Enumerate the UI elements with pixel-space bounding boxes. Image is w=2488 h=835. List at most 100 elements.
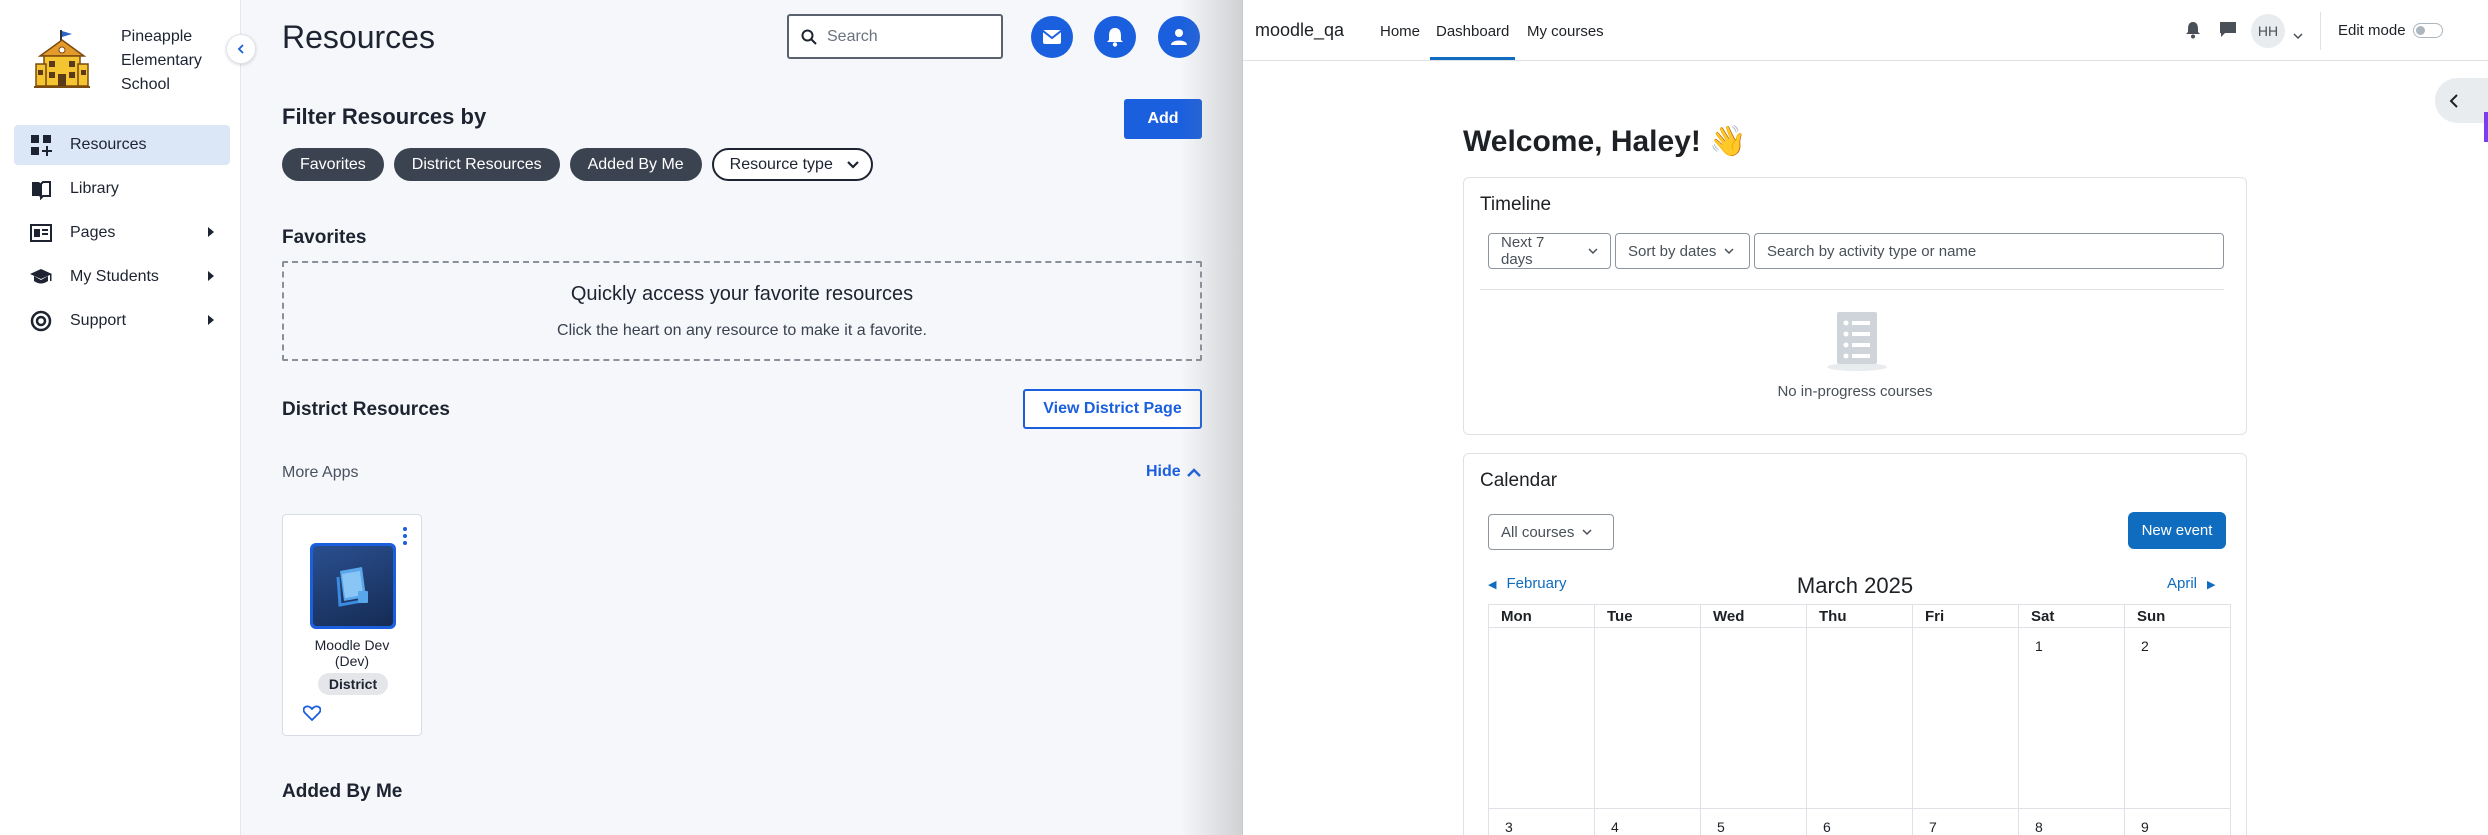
app-name: Moodle Dev (Dev)	[314, 637, 390, 669]
search-icon	[801, 29, 817, 45]
calendar-day[interactable]: 3	[1488, 808, 1595, 835]
favorites-empty-title: Quickly access your favorite resources	[570, 283, 914, 305]
timeline-search-input[interactable]	[1767, 242, 2211, 260]
sidebar-item-my-students[interactable]: My Students	[14, 257, 230, 297]
user-avatar[interactable]: HH	[2251, 14, 2285, 48]
navbar-separator	[2320, 12, 2321, 50]
weekday-header: Fri	[1912, 604, 2019, 628]
collapse-sidebar-button[interactable]	[226, 34, 256, 64]
calendar-day[interactable]	[1488, 627, 1595, 809]
calendar-day[interactable]: 9	[2124, 808, 2231, 835]
library-icon	[30, 178, 52, 200]
calendar-day[interactable]	[1594, 627, 1701, 809]
calendar-day[interactable]	[1806, 627, 1913, 809]
graduation-cap-icon	[30, 266, 52, 288]
sidebar-item-label: Pages	[70, 224, 116, 241]
caret-right-icon	[208, 271, 214, 281]
weekday-header: Sat	[2018, 604, 2125, 628]
site-brand[interactable]: moodle_qa	[1255, 20, 1344, 41]
caret-right-icon	[208, 315, 214, 325]
calendar-day[interactable]	[1912, 627, 2019, 809]
calendar-day[interactable]: 8	[2018, 808, 2125, 835]
added-by-me-title: Added By Me	[282, 781, 403, 802]
sidebar-item-library[interactable]: Library	[14, 169, 230, 209]
calendar-day[interactable]: 2	[2124, 627, 2231, 809]
resource-type-dropdown[interactable]: Resource type	[711, 148, 873, 181]
timeline-range-select[interactable]: Next 7 days	[1488, 233, 1611, 269]
previous-month-link[interactable]: ◀ February	[1488, 575, 1567, 592]
bell-icon	[1107, 28, 1123, 47]
pages-icon	[30, 222, 52, 244]
sidebar-item-support[interactable]: Support	[14, 301, 230, 341]
weekday-header: Thu	[1806, 604, 1913, 628]
chip-added-by-me[interactable]: Added By Me	[569, 148, 702, 181]
calendar-day[interactable]: 4	[1594, 808, 1701, 835]
calendar-day[interactable]: 5	[1700, 808, 1807, 835]
arrow-left-icon: ◀	[1488, 579, 1497, 591]
chip-district-resources[interactable]: District Resources	[393, 148, 560, 181]
split-divider	[1180, 0, 1242, 835]
chip-favorites[interactable]: Favorites	[282, 148, 384, 181]
search-box[interactable]	[787, 14, 1003, 59]
open-block-drawer-button[interactable]	[2435, 78, 2488, 123]
more-options-icon[interactable]	[403, 527, 407, 548]
app-tile	[310, 543, 396, 629]
chevron-down-icon	[1588, 247, 1598, 254]
nav-home[interactable]: Home	[1380, 23, 1420, 40]
chevron-down-icon	[847, 160, 859, 169]
school-logo-icon	[34, 30, 90, 90]
more-apps-label: More Apps	[282, 464, 359, 481]
search-input[interactable]	[827, 27, 987, 46]
chevron-down-icon	[1724, 247, 1734, 254]
next-month-link[interactable]: April ▶	[2167, 575, 2215, 592]
envelope-icon	[1042, 30, 1062, 44]
weekday-header: Mon	[1488, 604, 1595, 628]
timeline-block: Timeline Next 7 days Sort by dates No in…	[1463, 177, 2247, 435]
edit-mode-toggle[interactable]	[2413, 23, 2443, 38]
district-resources-title: District Resources	[282, 399, 450, 420]
calendar-course-select[interactable]: All courses	[1488, 514, 1614, 550]
moodle-navbar: moodle_qa Home Dashboard My courses HH E…	[1243, 0, 2488, 61]
lifebuoy-icon	[30, 310, 52, 332]
sidebar-item-label: Resources	[70, 136, 147, 153]
school-name: Pineapple Elementary School	[121, 28, 202, 93]
calendar-day[interactable]: 1	[2018, 627, 2125, 809]
weekday-header: Wed	[1700, 604, 1807, 628]
timeline-empty-text: No in-progress courses	[1777, 383, 1933, 400]
divider	[1480, 289, 2224, 290]
nav-dashboard[interactable]: Dashboard	[1430, 23, 1516, 60]
chevron-left-icon	[237, 44, 244, 54]
district-badge: District	[318, 673, 388, 695]
calendar-day[interactable]: 6	[1806, 808, 1913, 835]
nav-my-courses[interactable]: My courses	[1527, 23, 1604, 40]
timeline-title: Timeline	[1480, 194, 1552, 215]
sidebar-item-resources[interactable]: Resources	[14, 125, 230, 165]
new-event-button[interactable]: New event	[2128, 512, 2226, 549]
chevron-down-icon	[1582, 528, 1592, 535]
notifications-button[interactable]	[1094, 16, 1136, 58]
main-content: Resources Filter Resources by Add Favori…	[242, 0, 1242, 835]
sidebar-item-label: Support	[70, 312, 127, 329]
app-card-moodle-dev[interactable]: Moodle Dev (Dev) District	[282, 514, 422, 736]
weekday-header: Sun	[2124, 604, 2231, 628]
chevron-down-icon[interactable]	[2293, 27, 2303, 45]
page-title: Resources	[282, 19, 435, 55]
chevron-left-icon	[2449, 93, 2458, 108]
sidebar-item-pages[interactable]: Pages	[14, 213, 230, 253]
notifications-bell-icon[interactable]	[2185, 21, 2201, 44]
messages-chat-icon[interactable]	[2219, 21, 2237, 44]
empty-list-icon	[1822, 310, 1892, 377]
favorite-heart-icon[interactable]	[302, 705, 322, 726]
timeline-search[interactable]	[1754, 233, 2224, 269]
timeline-sort-select[interactable]: Sort by dates	[1615, 233, 1750, 269]
calendar-month-title: March 2025	[1796, 573, 1914, 598]
calendar-day[interactable]: 7	[1912, 808, 2019, 835]
filter-chips: Favorites District Resources Added By Me…	[282, 148, 873, 181]
resources-icon	[30, 134, 52, 156]
favorites-empty-state: Quickly access your favorite resources C…	[282, 261, 1202, 361]
view-district-page-button[interactable]: View District Page	[1023, 389, 1202, 429]
sidebar-item-label: Library	[70, 180, 119, 197]
messages-button[interactable]	[1031, 16, 1073, 58]
calendar-day[interactable]	[1700, 627, 1807, 809]
calendar-title: Calendar	[1480, 470, 1558, 491]
